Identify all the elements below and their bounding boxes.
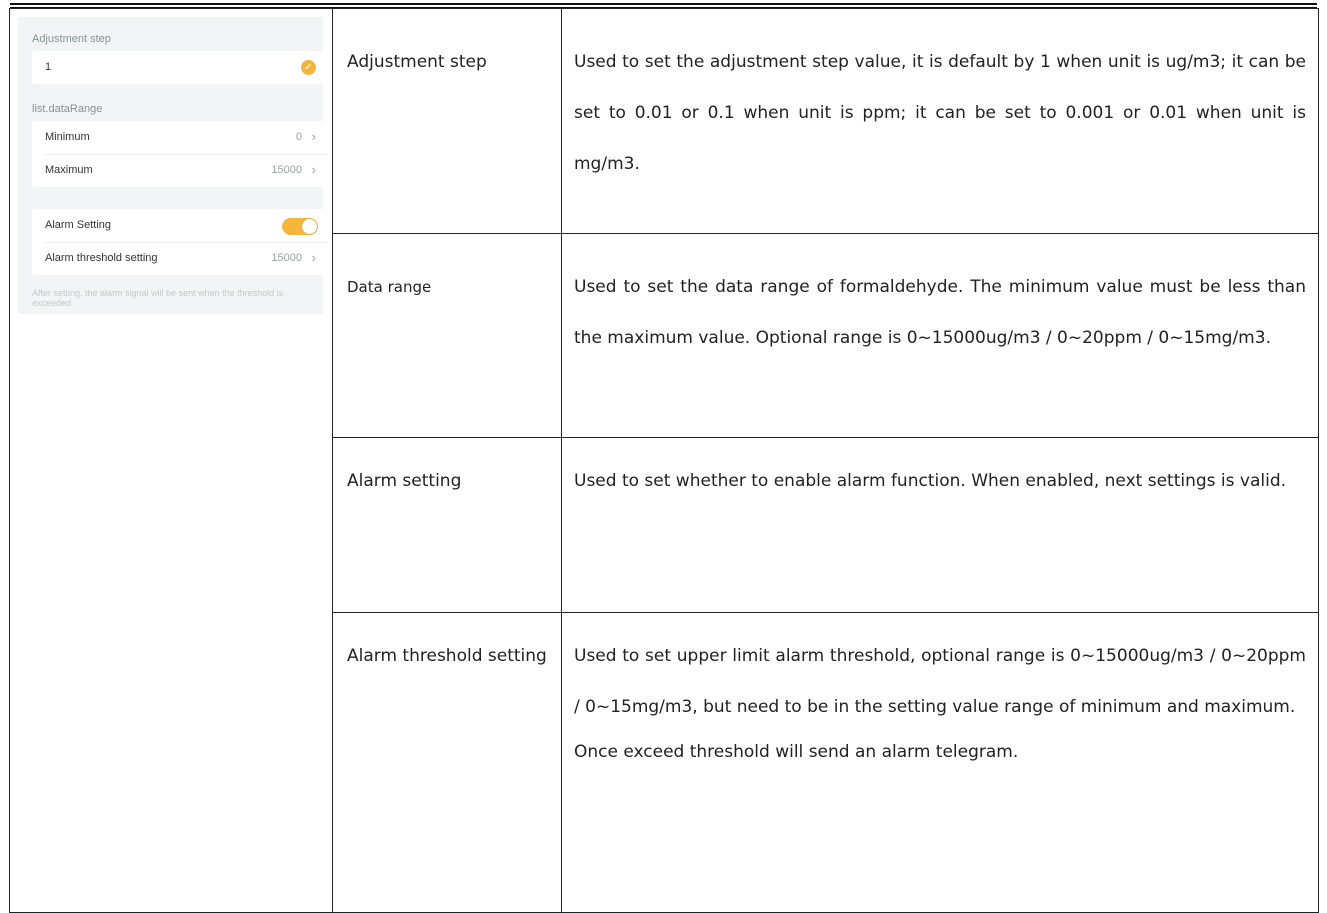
chevron-right-icon: › — [311, 129, 316, 144]
minimum-label: Minimum — [45, 131, 90, 143]
chevron-right-icon: › — [311, 162, 316, 177]
parameter-description: Used to set the data range of formaldehy… — [574, 277, 1306, 348]
maximum-label: Maximum — [45, 164, 93, 176]
adjustment-step-card: 1 ✓ — [32, 51, 328, 84]
parameter-name: Data range — [347, 278, 432, 296]
parameter-description-cell: Used to set the data range of formaldehy… — [561, 233, 1319, 438]
parameter-name: Adjustment step — [347, 52, 487, 72]
table-row: Adjustment step 1 ✓ list.dataRange Minim… — [9, 8, 1319, 913]
parameter-description: Used to set the adjustment step value, i… — [574, 52, 1306, 174]
data-range-section-label: list.dataRange — [32, 103, 103, 115]
parameter-description: Used to set whether to enable alarm func… — [574, 471, 1287, 491]
alarm-hint-text: After setting, the alarm signal will be … — [32, 288, 284, 308]
minimum-row[interactable]: Minimum 0 › — [32, 121, 328, 154]
parameter-name-cell: Alarm threshold setting — [332, 612, 562, 913]
parameter-description-cell: Used to set upper limit alarm threshold,… — [561, 612, 1319, 913]
parameter-table: Adjustment step 1 ✓ list.dataRange Minim… — [9, 8, 1319, 913]
top-border-line — [10, 3, 1317, 5]
alarm-setting-row: Alarm Setting — [32, 209, 328, 242]
maximum-value: 15000 — [271, 164, 302, 176]
alarm-toggle[interactable] — [282, 218, 318, 235]
parameter-note: Once exceed threshold will send an alarm… — [574, 742, 1019, 762]
minimum-value: 0 — [295, 131, 302, 143]
alarm-card: Alarm Setting Alarm threshold setting 15… — [32, 209, 328, 275]
parameter-name-cell: Data range — [332, 233, 562, 438]
alarm-threshold-row[interactable]: Alarm threshold setting 15000 › — [32, 242, 328, 275]
adjustment-step-value: 1 — [45, 61, 52, 73]
alarm-setting-label: Alarm Setting — [45, 219, 112, 231]
check-icon: ✓ — [301, 60, 316, 75]
parameter-description-cell: Used to set whether to enable alarm func… — [561, 437, 1319, 613]
parameter-name: Alarm setting — [347, 471, 462, 491]
parameter-description: Used to set upper limit alarm threshold,… — [574, 646, 1306, 717]
settings-panel: Adjustment step 1 ✓ list.dataRange Minim… — [18, 17, 328, 314]
alarm-threshold-value: 15000 — [271, 252, 302, 264]
adjustment-step-option[interactable]: 1 ✓ — [32, 51, 328, 84]
alarm-threshold-label: Alarm threshold setting — [45, 252, 158, 264]
toggle-knob — [302, 219, 317, 234]
adjustment-step-section-label: Adjustment step — [32, 33, 111, 45]
maximum-row[interactable]: Maximum 15000 › — [32, 154, 328, 187]
parameter-description-cell: Used to set the adjustment step value, i… — [561, 8, 1319, 234]
parameter-name: Alarm threshold setting — [347, 646, 547, 666]
parameter-name-cell: Adjustment step — [332, 8, 562, 234]
screenshot-cell: Adjustment step 1 ✓ list.dataRange Minim… — [9, 8, 333, 913]
chevron-right-icon: › — [311, 250, 316, 265]
parameter-name-cell: Alarm setting — [332, 437, 562, 613]
data-range-card: Minimum 0 › Maximum 15000 › — [32, 121, 328, 187]
